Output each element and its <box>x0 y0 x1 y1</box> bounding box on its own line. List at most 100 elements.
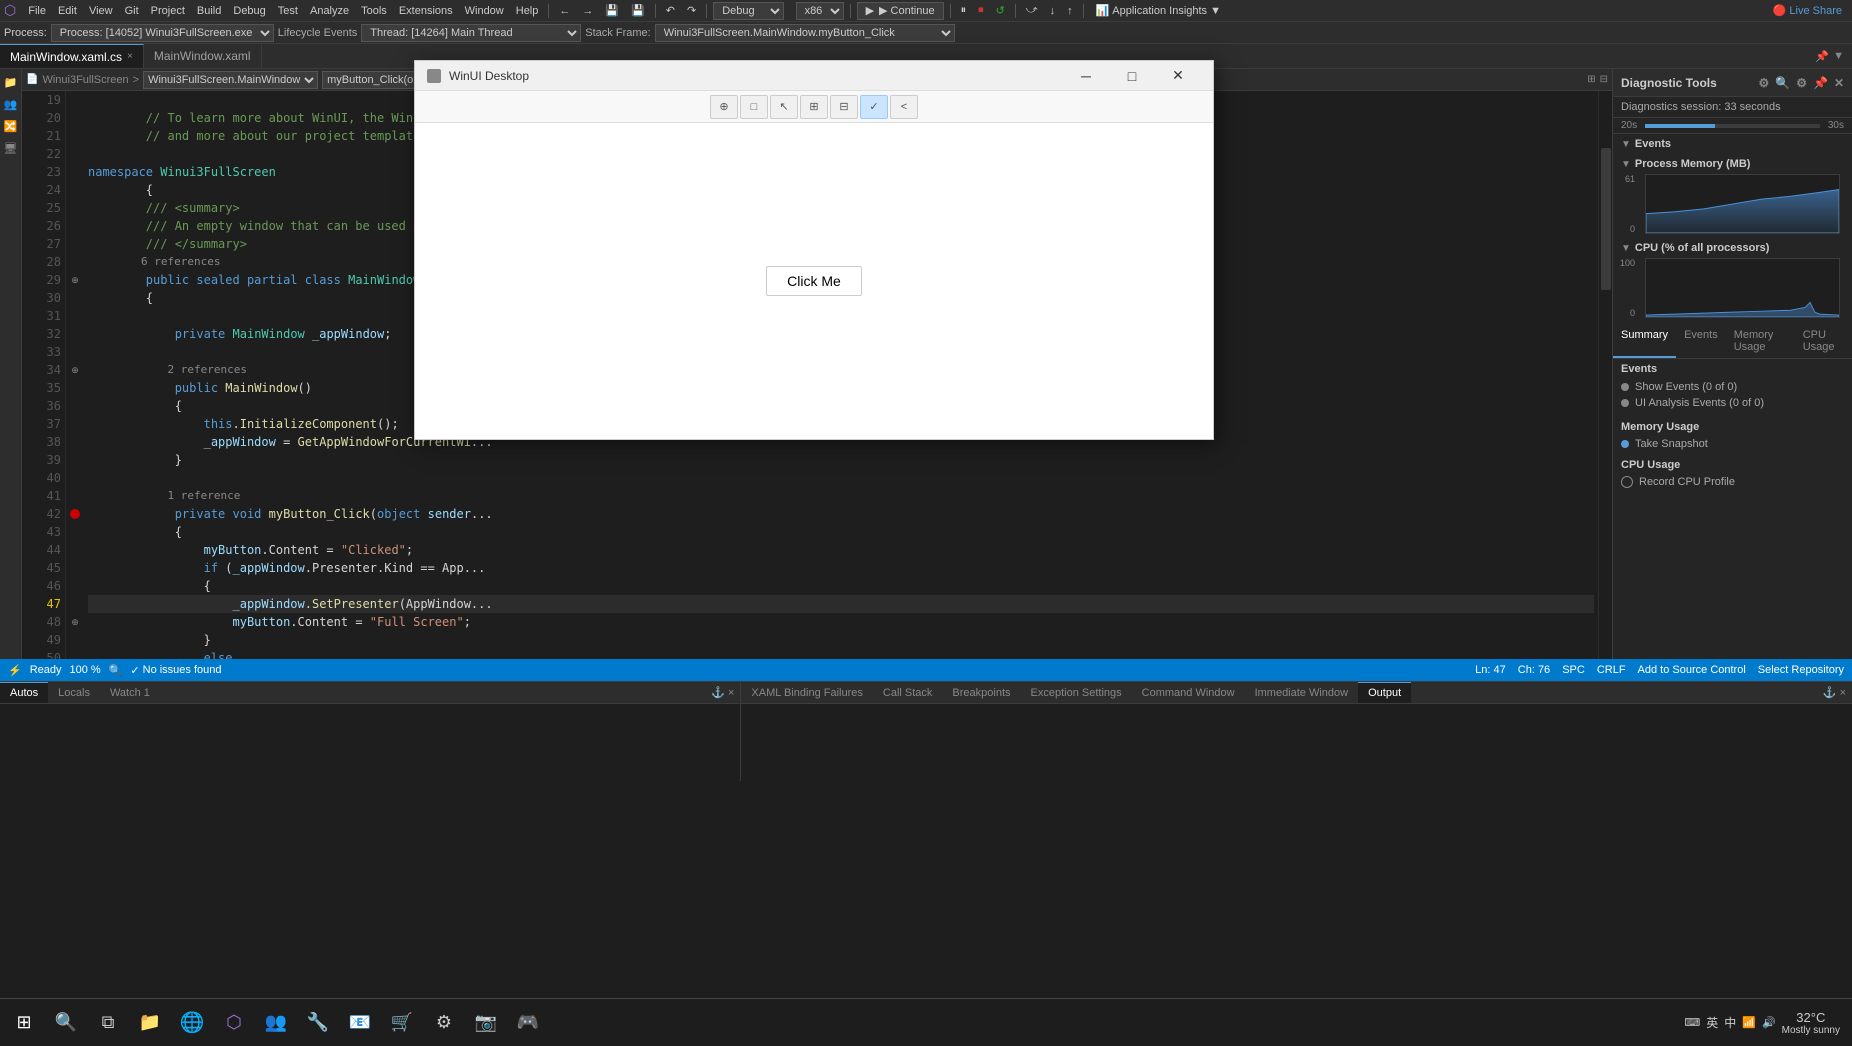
menu-debug[interactable]: Debug <box>229 4 269 18</box>
camera-icon[interactable]: 📷 <box>466 1003 506 1043</box>
step-into-icon[interactable]: ↓ <box>1046 4 1060 18</box>
winui-tool-btn-4[interactable]: ⊞ <box>800 95 828 119</box>
tab-xaml-binding[interactable]: XAML Binding Failures <box>741 682 872 703</box>
network-icon[interactable]: 📶 <box>1742 1016 1756 1029</box>
menu-help[interactable]: Help <box>512 4 543 18</box>
menu-test[interactable]: Test <box>274 4 302 18</box>
restart-icon[interactable]: ↺ <box>992 3 1009 18</box>
take-snapshot-item[interactable]: Take Snapshot <box>1613 435 1852 453</box>
winui-tool-btn-1[interactable]: ⊕ <box>710 95 738 119</box>
winui-tool-btn-7[interactable]: < <box>890 95 918 119</box>
teams-icon[interactable]: 👥 <box>256 1003 296 1043</box>
autos-close[interactable]: ⚓ × <box>705 686 740 699</box>
menu-item[interactable]: File <box>24 4 50 18</box>
file-explorer-icon[interactable]: 📁 <box>130 1003 170 1043</box>
team-explorer-icon[interactable]: 👥 <box>2 95 20 113</box>
edge-icon[interactable]: 🌐 <box>172 1003 212 1043</box>
zoom-level[interactable]: 100 % <box>70 664 101 676</box>
memory-section-title[interactable]: ▼ Process Memory (MB) <box>1613 154 1852 174</box>
ui-analysis-item[interactable]: UI Analysis Events (0 of 0) <box>1621 395 1844 411</box>
live-share-button[interactable]: 🔴 Live Share <box>1767 3 1848 18</box>
tab-breakpoints[interactable]: Breakpoints <box>942 682 1020 703</box>
chevron-down-icon[interactable]: ▼ <box>1833 50 1844 62</box>
save-all-icon[interactable]: 💾 <box>627 3 649 18</box>
close-icon[interactable]: × <box>728 687 734 699</box>
undo-icon[interactable]: ↶ <box>662 3 679 18</box>
output-dock-icon[interactable]: ⚓ <box>1823 687 1837 699</box>
record-cpu-profile-item[interactable]: Record CPU Profile <box>1613 473 1852 491</box>
mail-icon[interactable]: 📧 <box>340 1003 380 1043</box>
process-selector[interactable]: Process: [14052] Winui3FullScreen.exe <box>51 24 274 42</box>
keyboard-icon[interactable]: ⌨ <box>1684 1016 1700 1029</box>
tab-close-cs[interactable]: × <box>127 51 133 62</box>
expand-icon[interactable]: ⊞ <box>1587 74 1595 85</box>
events-section-title[interactable]: ▼ Events <box>1613 134 1852 154</box>
winui-tool-btn-6[interactable]: ✓ <box>860 95 888 119</box>
crlf-indicator[interactable]: CRLF <box>1597 664 1626 676</box>
collapse-icon[interactable]: ⊟ <box>1600 74 1608 85</box>
winui-tool-btn-5[interactable]: ⊟ <box>830 95 858 119</box>
cpu-section-title[interactable]: ▼ CPU (% of all processors) <box>1613 238 1852 258</box>
dock-icon[interactable]: ⚓ <box>711 687 725 699</box>
class-dropdown[interactable]: Winui3FullScreen.MainWindow <box>143 71 318 89</box>
back-icon[interactable]: ← <box>555 4 574 18</box>
select-repo-button[interactable]: Select Repository <box>1758 664 1844 676</box>
stop-icon[interactable]: ⏹ <box>974 3 988 18</box>
solution-explorer-icon[interactable]: 📁 <box>2 73 20 91</box>
output-close-icon[interactable]: × <box>1840 687 1846 699</box>
winui-tool-btn-2[interactable]: □ <box>740 95 768 119</box>
search-taskbar-icon[interactable]: 🔍 <box>46 1003 86 1043</box>
zoom-icon[interactable]: 🔍 <box>109 664 123 677</box>
timeline-bar[interactable] <box>1645 124 1820 128</box>
stack-frame-selector[interactable]: Winui3FullScreen.MainWindow.myButton_Cli… <box>655 24 955 42</box>
tab-mainwindow-xaml[interactable]: MainWindow.xaml <box>144 44 262 68</box>
output-close[interactable]: ⚓ × <box>1817 686 1852 699</box>
winui-close-button[interactable]: ✕ <box>1155 61 1201 91</box>
tab-call-stack[interactable]: Call Stack <box>873 682 943 703</box>
menu-tools[interactable]: Tools <box>357 4 391 18</box>
add-source-button[interactable]: Add to Source Control <box>1638 664 1746 676</box>
no-issues[interactable]: ✓ No issues found <box>130 664 221 677</box>
diag-tab-memory[interactable]: Memory Usage <box>1726 326 1795 358</box>
continue-button[interactable]: ▶ ▶ Continue <box>857 2 944 20</box>
menu-view[interactable]: View <box>85 4 117 18</box>
lang-indicator[interactable]: 英 <box>1706 1014 1718 1031</box>
winui-minimize-button[interactable]: ─ <box>1063 61 1109 91</box>
winui-titlebar[interactable]: WinUI Desktop ─ □ ✕ <box>415 61 1213 91</box>
weather-widget[interactable]: 32°C Mostly sunny <box>1782 1010 1840 1036</box>
diag-tab-events[interactable]: Events <box>1676 326 1726 358</box>
store-icon[interactable]: 🛒 <box>382 1003 422 1043</box>
tab-command-window[interactable]: Command Window <box>1132 682 1245 703</box>
close-icon[interactable]: ✕ <box>1834 76 1844 90</box>
menu-extensions[interactable]: Extensions <box>395 4 457 18</box>
menu-build[interactable]: Build <box>193 4 225 18</box>
tab-mainwindow-cs[interactable]: MainWindow.xaml.cs × <box>0 44 144 68</box>
pin-icon[interactable]: 📌 <box>1813 76 1828 90</box>
forward-icon[interactable]: → <box>578 4 597 18</box>
step-out-icon[interactable]: ↑ <box>1063 4 1077 18</box>
menu-project[interactable]: Project <box>147 4 189 18</box>
settings-taskbar-icon[interactable]: ⚙ <box>424 1003 464 1043</box>
git-changes-icon[interactable]: 🔀 <box>2 117 20 135</box>
tab-output[interactable]: Output <box>1358 682 1411 703</box>
tab-exception-settings[interactable]: Exception Settings <box>1021 682 1132 703</box>
tab-immediate-window[interactable]: Immediate Window <box>1245 682 1359 703</box>
winui-maximize-button[interactable]: □ <box>1109 61 1155 91</box>
thread-selector[interactable]: Thread: [14264] Main Thread <box>361 24 581 42</box>
app-insights-button[interactable]: 📊 Application Insights ▼ <box>1090 3 1227 18</box>
debug-platform-dropdown[interactable]: x86 x64 <box>796 2 844 20</box>
winui-tool-btn-3[interactable]: ↖ <box>770 95 798 119</box>
menu-analyze[interactable]: Analyze <box>306 4 353 18</box>
volume-icon[interactable]: 🔊 <box>1762 1016 1776 1029</box>
tab-autos[interactable]: Autos <box>0 682 48 703</box>
tab-watch1[interactable]: Watch 1 <box>100 682 160 703</box>
show-events-item[interactable]: Show Events (0 of 0) <box>1621 379 1844 395</box>
taskview-icon[interactable]: ⧉ <box>88 1003 128 1043</box>
tab-locals[interactable]: Locals <box>48 682 100 703</box>
debug-config-dropdown[interactable]: Debug Release <box>713 2 784 20</box>
devops-icon[interactable]: 🔧 <box>298 1003 338 1043</box>
pin-icon[interactable]: 📌 <box>1815 50 1829 63</box>
menu-edit[interactable]: Edit <box>54 4 81 18</box>
redo-icon[interactable]: ↷ <box>683 3 700 18</box>
filter-icon[interactable]: ⚙ <box>1796 76 1807 90</box>
